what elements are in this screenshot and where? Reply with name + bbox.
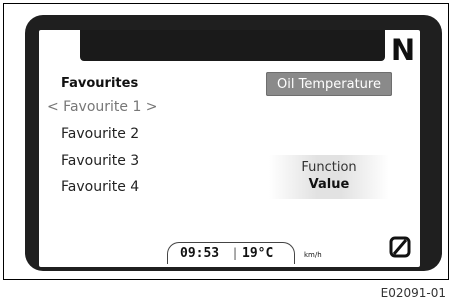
function-panel: Function Value <box>269 155 389 199</box>
speed-unit: km/h <box>304 251 322 259</box>
ambient-temperature: 19°C <box>242 246 274 261</box>
function-value: Value <box>308 177 350 192</box>
zero-slash-icon <box>389 236 411 258</box>
gear-indicator: N <box>390 33 416 67</box>
favourite-item-4[interactable]: Favourite 4 <box>61 179 139 195</box>
display-screen <box>39 30 420 267</box>
favourite-item-3[interactable]: Favourite 3 <box>61 153 139 169</box>
favourites-title: Favourites <box>61 76 139 91</box>
favourite-item-2[interactable]: Favourite 2 <box>61 126 139 142</box>
status-separator: | <box>233 246 238 260</box>
favourite-selected[interactable]: < Favourite 1 > <box>47 99 158 115</box>
function-label: Function <box>301 160 357 175</box>
clock: 09:53 <box>180 246 220 261</box>
figure-id: E02091-01 <box>380 286 446 300</box>
oil-temperature-button[interactable]: Oil Temperature <box>266 72 392 96</box>
top-status-bar <box>80 30 385 61</box>
